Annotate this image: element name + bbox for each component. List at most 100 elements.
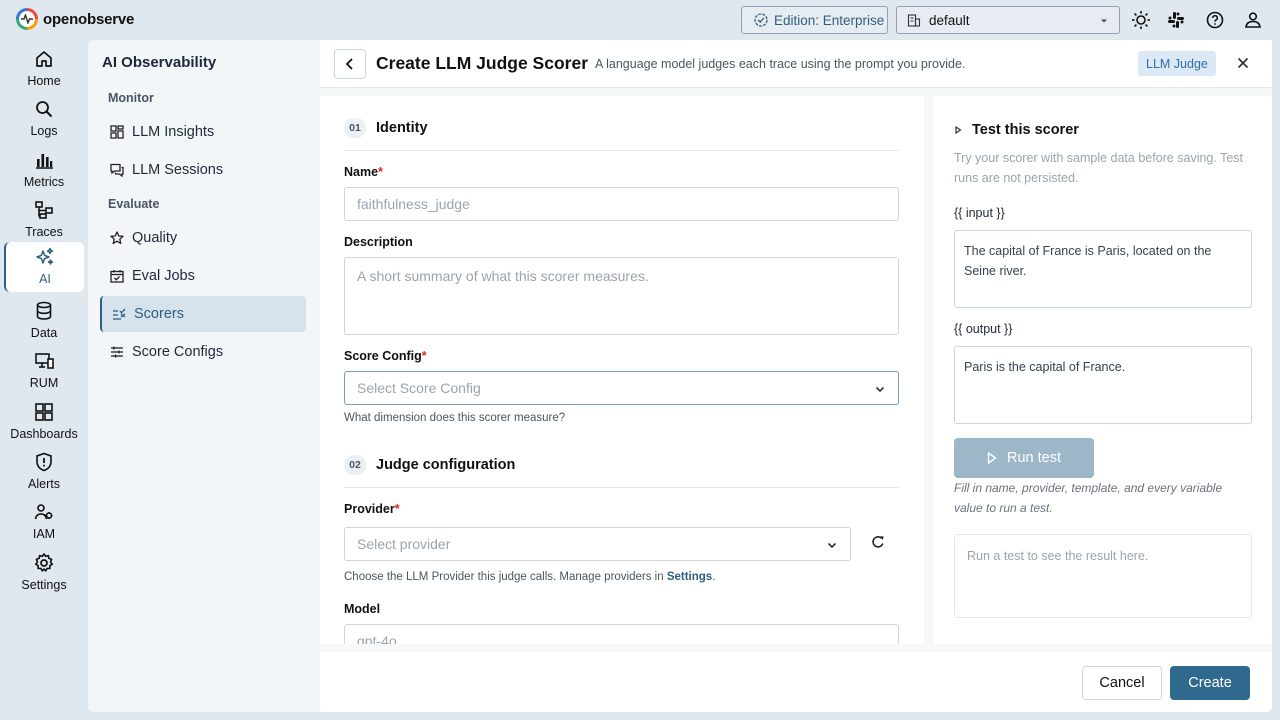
run-test-button[interactable]: Run test [954,438,1094,478]
play-icon [987,452,997,464]
calendar-icon [110,270,124,283]
nav-iam[interactable]: IAM [4,497,84,547]
logo[interactable]: openobserve [16,8,134,30]
home-icon [36,51,52,67]
nav-data[interactable]: Data [4,296,84,346]
section-divider [344,487,899,488]
sidebar-item-label: Score Configs [132,344,224,360]
sidebar-item-label: Quality [132,230,178,246]
model-input[interactable]: gpt-4o [344,624,899,644]
nav-logs[interactable]: Logs [4,94,84,144]
caret-right-icon [955,126,962,134]
back-button[interactable] [334,49,366,79]
page-title: Create LLM Judge Scorer [376,53,588,73]
user-icon[interactable] [1243,10,1263,30]
grid-icon [110,125,124,139]
score-config-select[interactable]: Select Score Config [344,371,899,405]
input-variable-textarea[interactable]: The capital of France is Paris, located … [954,230,1252,308]
run-test-label: Run test [1007,450,1061,466]
sidebar-item-scorers[interactable]: Scorers [100,296,306,332]
logo-mark-icon [16,8,38,30]
sidebar-item-llm-sessions[interactable]: LLM Sessions [100,152,306,188]
theme-sun-icon[interactable] [1131,10,1151,30]
star-icon [110,231,124,245]
test-description: Try your scorer with sample data before … [954,151,1244,185]
sidebar-item-label: LLM Insights [132,124,215,140]
sidebar-item-label: LLM Sessions [132,162,224,178]
section-judge-configuration: 02 Judge configuration [344,455,515,475]
section-label-monitor: Monitor [108,91,154,105]
top-bar: openobserve Edition: Enterprise default [0,0,1280,40]
nav-rum[interactable]: RUM [4,346,84,396]
org-select-value: default [929,12,970,28]
sidebar-item-score-configs[interactable]: Score Configs [100,334,306,370]
description-label: Description [344,235,413,249]
devices-icon [35,353,54,369]
chevron-down-icon [827,542,837,549]
section-label-evaluate: Evaluate [108,197,160,211]
section-divider [344,150,899,151]
nav-settings[interactable]: Settings [4,548,84,598]
form-footer: Cancel Create [320,652,1272,712]
settings-link[interactable]: Settings [667,571,712,583]
create-button[interactable]: Create [1170,666,1250,700]
slack-icon[interactable] [1166,10,1186,30]
nav-alerts[interactable]: Alerts [4,447,84,497]
scorer-type-badge: LLM Judge [1138,51,1216,76]
scorer-form: 01 Identity Name* faithfulness_judge Des… [320,96,924,644]
test-result-box: Run a test to see the result here. [954,534,1252,618]
nav-label: Data [30,326,58,340]
chevron-down-icon [875,386,885,393]
nav-metrics[interactable]: Metrics [4,145,84,195]
main-panel: Create LLM Judge Scorer A language model… [320,40,1272,712]
description-textarea[interactable]: A short summary of what this scorer meas… [344,257,899,335]
name-label: Name* [344,165,383,179]
page-subtitle: A language model judges each trace using… [595,57,966,71]
help-icon[interactable] [1205,10,1225,30]
sidebar-item-quality[interactable]: Quality [100,220,306,256]
score-config-hint: What dimension does this scorer measure? [344,412,566,424]
chevron-left-icon [345,58,353,70]
cancel-button[interactable]: Cancel [1082,666,1162,700]
users-icon [34,504,53,520]
sidebar-item-label: Scorers [134,306,184,322]
edition-label: Edition: Enterprise [774,12,885,28]
close-icon[interactable] [1236,56,1250,70]
edition-badge[interactable]: Edition: Enterprise [741,6,888,34]
checklist-icon [113,308,126,320]
refresh-icon[interactable] [870,534,890,554]
nav-home[interactable]: Home [4,44,84,94]
nav-dashboards[interactable]: Dashboards [4,397,84,447]
sliders-icon [111,346,123,358]
chat-icon [110,163,124,177]
score-config-label: Score Config* [344,349,427,363]
model-label: Model [344,602,381,616]
provider-hint: Choose the LLM Provider this judge calls… [344,571,716,583]
test-title: Test this scorer [972,122,1079,138]
logo-text: openobserve [43,10,135,28]
run-test-hint: Fill in name, provider, template, and ev… [954,481,1223,515]
sidebar-item-label: Eval Jobs [132,268,195,284]
sidebar-item-llm-insights[interactable]: LLM Insights [100,114,306,150]
dashboard-icon [35,403,53,421]
page-header: Create LLM Judge Scorer A language model… [320,40,1272,88]
shield-alert-icon [36,452,52,472]
test-toggle[interactable]: Test this scorer [954,122,1079,138]
name-input[interactable]: faithfulness_judge [344,187,899,221]
provider-select[interactable]: Select provider [344,527,851,561]
section-number: 01 [344,118,366,138]
output-variable-textarea[interactable]: Paris is the capital of France. [954,346,1252,424]
nav-ai[interactable]: AI [4,242,84,292]
section-identity: 01 Identity [344,118,428,138]
sidebar-item-eval-jobs[interactable]: Eval Jobs [100,258,306,294]
ai-observability-sidebar: AI Observability Monitor LLM Insights LL… [88,40,320,712]
database-icon [36,301,52,320]
sidebar-title: AI Observability [102,54,217,71]
verified-icon [754,13,768,27]
nav-traces[interactable]: Traces [4,195,84,245]
traces-icon [35,201,53,219]
caret-down-icon [1101,19,1107,23]
gear-icon [34,553,54,572]
org-select[interactable]: default [896,6,1120,34]
nav-label: Settings [21,578,67,592]
